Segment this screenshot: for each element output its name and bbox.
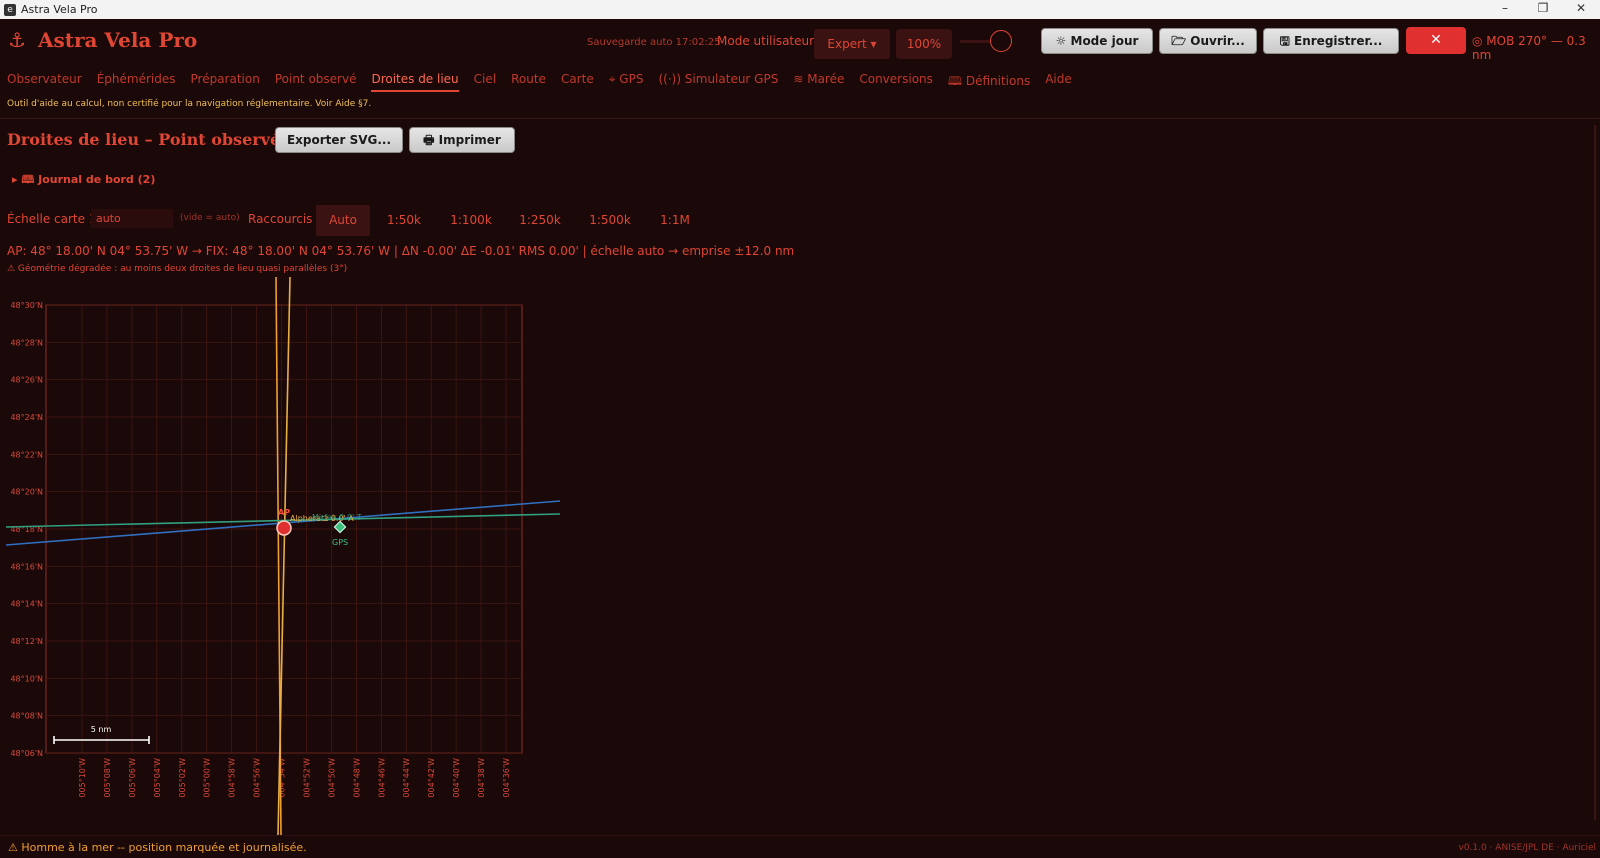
status-message: ⚠ Homme à la mer -- position marquée et …: [8, 841, 307, 854]
save-button[interactable]: 🖫 Enregistrer...: [1263, 28, 1399, 54]
x-tick-label: 004°40'W: [452, 758, 461, 798]
window-titlebar: e Astra Vela Pro – ❐ ✕: [0, 0, 1600, 19]
divider: [0, 835, 1600, 836]
scale-shortcut-100k[interactable]: 1:100k: [442, 205, 500, 236]
y-tick-label: 48°22'N: [10, 450, 43, 459]
print-button[interactable]: 🖶 Imprimer: [409, 127, 515, 153]
mob-cancel-button[interactable]: ✕: [1406, 27, 1466, 54]
lop-annotation: Mirfak 0.0' T: [312, 513, 362, 522]
zoom-indicator[interactable]: 100%: [896, 29, 952, 59]
y-tick-label: 48°10'N: [10, 674, 43, 683]
tab-maree[interactable]: ≋ Marée: [793, 72, 844, 92]
shortcuts-label: Raccourcis :: [248, 212, 321, 226]
export-svg-button[interactable]: Exporter SVG...: [275, 127, 403, 153]
scale-bar-label: 5 nm: [91, 725, 112, 734]
y-tick-label: 48°28'N: [10, 338, 43, 347]
gps-point: [333, 520, 347, 534]
x-tick-label: 004°44'W: [402, 758, 411, 798]
app-icon: e: [4, 3, 16, 16]
x-tick-label: 004°56'W: [253, 758, 262, 798]
tab-droites-de-lieu[interactable]: Droites de lieu: [371, 72, 459, 92]
divider: [0, 118, 1600, 119]
scale-shortcut-50k[interactable]: 1:50k: [378, 205, 430, 236]
main-nav: Observateur Éphémérides Préparation Poin…: [0, 72, 1087, 92]
scale-shortcut-250k[interactable]: 1:250k: [510, 205, 570, 236]
window-title: Astra Vela Pro: [21, 3, 98, 16]
x-tick-label: 005°10'W: [78, 758, 87, 798]
x-tick-label: 004°46'W: [377, 758, 386, 798]
geometry-warning: ⚠ Géométrie dégradée : au moins deux dro…: [7, 264, 348, 274]
mob-indicator: ◎ MOB 270° — 0.3 nm: [1472, 34, 1586, 62]
minimize-button[interactable]: –: [1486, 0, 1524, 19]
y-tick-label: 48°12'N: [10, 637, 43, 646]
day-mode-button[interactable]: ☼ Mode jour: [1041, 28, 1153, 54]
tab-definitions[interactable]: 🕮 Définitions: [948, 72, 1030, 92]
scale-label: Échelle carte 1:: [7, 212, 101, 226]
version-label: v0.1.0 · ANISE/JPL DE · Auriciel: [1458, 843, 1597, 853]
y-tick-label: 48°08'N: [10, 712, 43, 721]
x-tick-label: 004°42'W: [427, 758, 436, 798]
y-axis-ticks: 48°30'N 48°28'N 48°26'N 48°24'N 48°22'N 48°20…: [10, 301, 43, 758]
disclaimer-notice: Outil d'aide au calcul, non certifié pou…: [7, 99, 372, 109]
scale-shortcut-1m[interactable]: 1:1M: [650, 205, 700, 236]
tab-ciel[interactable]: Ciel: [474, 72, 496, 92]
position-summary: AP: 48° 18.00' N 04° 53.75' W → FIX: 48°…: [7, 244, 795, 258]
x-tick-label: 004°50'W: [327, 758, 336, 798]
y-tick-label: 48°24'N: [10, 413, 43, 422]
x-tick-label: 004°48'W: [352, 758, 361, 798]
gps-label: GPS: [332, 538, 348, 547]
line-of-position: [277, 276, 291, 835]
tab-point-observe[interactable]: Point observé: [275, 72, 357, 92]
scale-hint: (vide = auto): [180, 213, 240, 223]
maximize-button[interactable]: ❐: [1524, 0, 1562, 19]
mode-label: Mode utilisateur :: [717, 34, 822, 48]
y-tick-label: 48°06'N: [10, 749, 43, 758]
ap-label: AP: [278, 508, 290, 517]
logbook-toggle[interactable]: ▸ 🕮 Journal de bord (2): [12, 171, 155, 190]
x-tick-label: 005°04'W: [153, 758, 162, 798]
lines-of-position: [5, 276, 561, 835]
y-tick-label: 48°20'N: [10, 488, 43, 497]
scale-shortcut-auto[interactable]: Auto: [316, 205, 370, 236]
y-tick-label: 48°14'N: [10, 600, 43, 609]
x-tick-label: 004°36'W: [502, 758, 511, 798]
tab-carte[interactable]: Carte: [561, 72, 594, 92]
x-tick-label: 004°52'W: [302, 758, 311, 798]
scale-input[interactable]: auto: [91, 209, 173, 228]
tab-conversions[interactable]: Conversions: [859, 72, 933, 92]
app-name: Astra Vela Pro: [37, 28, 198, 52]
x-tick-label: 004°58'W: [228, 758, 237, 798]
scale-shortcut-500k[interactable]: 1:500k: [580, 205, 640, 236]
x-tick-label: 004°38'W: [477, 758, 486, 798]
plotting-chart[interactable]: 48°30'N 48°28'N 48°26'N 48°24'N 48°22'N 48°20…: [0, 275, 570, 835]
page-title: Droites de lieu – Point observé: [7, 130, 281, 149]
brand: ⚓ Astra Vela Pro: [8, 28, 197, 52]
tab-simulateur-gps[interactable]: ((·)) Simulateur GPS: [658, 72, 778, 92]
scrollbar[interactable]: [1594, 125, 1596, 820]
tab-ephemerides[interactable]: Éphémérides: [97, 72, 176, 92]
y-tick-label: 48°30'N: [10, 301, 43, 310]
x-tick-label: 005°02'W: [178, 758, 187, 798]
mode-select[interactable]: Expert ▾: [814, 29, 890, 59]
autosave-status: Sauvegarde auto 17:02:25: [587, 37, 721, 48]
chart-marks: Alpheratz 0.0' AMirfak 0.0' TAPGPS5 nm: [53, 508, 362, 744]
tab-observateur[interactable]: Observateur: [7, 72, 82, 92]
y-tick-label: 48°26'N: [10, 376, 43, 385]
x-tick-label: 005°00'W: [203, 758, 212, 798]
x-tick-label: 005°08'W: [103, 758, 112, 798]
toggle-ring-icon[interactable]: [990, 30, 1012, 52]
tab-route[interactable]: Route: [511, 72, 546, 92]
tab-gps[interactable]: ⌖ GPS: [609, 72, 644, 92]
tab-aide[interactable]: Aide: [1045, 72, 1072, 92]
x-axis-ticks: 005°10'W 005°08'W 005°06'W 005°04'W 005°02'W…: [78, 758, 511, 798]
close-window-button[interactable]: ✕: [1562, 0, 1600, 19]
anchor-icon: ⚓: [8, 28, 26, 52]
x-tick-label: 005°06'W: [128, 758, 137, 798]
tab-preparation[interactable]: Préparation: [191, 72, 260, 92]
y-tick-label: 48°16'N: [10, 562, 43, 571]
ap-point: [276, 520, 292, 536]
slider-track[interactable]: [960, 40, 990, 43]
app-header: ⚓ Astra Vela Pro Sauvegarde auto 17:02:2…: [0, 19, 1600, 64]
open-button[interactable]: 🗁 Ouvrir...: [1159, 28, 1257, 54]
